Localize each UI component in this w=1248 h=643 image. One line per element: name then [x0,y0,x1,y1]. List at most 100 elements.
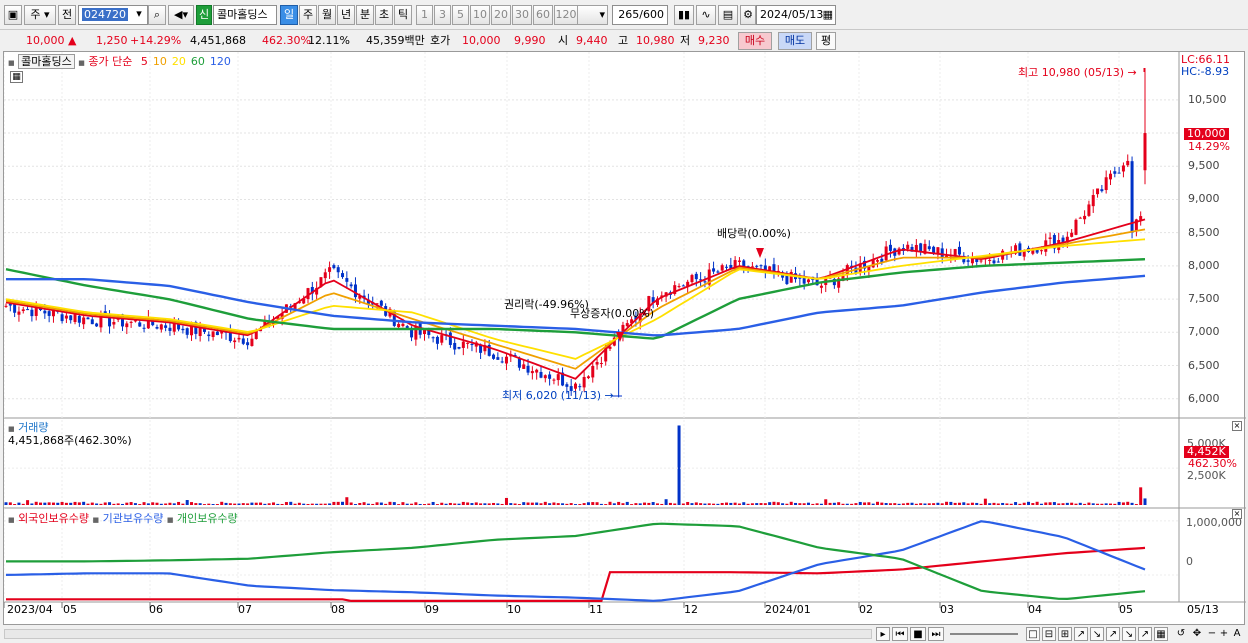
ma-period-60[interactable]: 60 [191,55,205,68]
zoom-out-icon[interactable]: − [1206,627,1218,641]
grid-toggle-icon[interactable]: ▦ [10,71,23,83]
ma-period-10[interactable]: 10 [153,55,167,68]
volume-bar [133,503,137,505]
volume-bar [725,502,729,505]
scroll-right-icon[interactable]: ▸ [876,627,890,641]
trendline-icon-4[interactable]: ↘ [1122,627,1136,641]
grid-icon[interactable]: ▦ [1154,627,1168,641]
minute-option-120[interactable]: 120 [554,5,578,25]
candle-body [578,386,582,388]
period-tab-0[interactable]: 일 [280,5,298,25]
candle-body [526,365,530,373]
ma-period-5[interactable]: 5 [141,55,148,68]
volume-bar [168,502,172,505]
volume-bar [970,502,974,505]
price-tick-label: 10,500 [1188,92,1227,106]
save-icon[interactable]: ▤ [718,5,738,25]
font-size-icon[interactable]: A [1230,627,1244,641]
minute-option-20[interactable]: 20 [491,5,511,25]
stop-icon[interactable]: ■ [910,627,926,641]
code-dropdown-icon[interactable]: ▾ [132,5,146,25]
volume-bar [612,503,616,505]
chart-area[interactable]: ■ 콜마홀딩스 ■ 종가 단순 5 10 20 60 120 ▦ LC:66.11 HC… [3,51,1246,626]
eval-button[interactable]: 평 [816,32,836,50]
candle-body [73,314,77,322]
volume-bar [871,503,875,505]
volume-bar [932,503,936,505]
volume-bar [794,502,798,505]
candle-body [953,249,957,256]
first-icon[interactable]: ⏮ [892,627,908,641]
date-field[interactable]: 2024/05/13 ▦ [756,5,836,25]
last-icon[interactable]: ⏭ [928,627,944,641]
volume-bar [250,502,254,505]
minute-option-5[interactable]: 5 [452,5,469,25]
volume-close-icon[interactable]: × [1232,421,1242,431]
ma-period-120[interactable]: 120 [210,55,231,68]
buy-button[interactable]: 매수 [738,32,772,50]
candle-body [992,260,996,264]
tool-icon-3[interactable]: ⊞ [1058,627,1072,641]
volume-bar [418,503,422,505]
line-type-icon[interactable]: ∿ [696,5,716,25]
tool-icon-1[interactable]: □ [1026,627,1040,641]
volume-bar [276,503,280,505]
trendline-icon-3[interactable]: ↗ [1106,627,1120,641]
tool-icon-2[interactable]: ⊟ [1042,627,1056,641]
minute-option-30[interactable]: 30 [512,5,532,25]
count-field[interactable]: 265/600 [612,5,668,25]
period-tab-3[interactable]: 년 [337,5,355,25]
zoom-slider[interactable] [950,633,1018,635]
zoom-in-icon[interactable]: + [1218,627,1230,641]
holdings-close-icon[interactable]: × [1232,509,1242,519]
volume-bar [824,499,828,505]
turnover-rate: 12.11% [308,34,350,47]
volume-bar [435,504,439,505]
volume-bar [401,502,405,505]
prev-button[interactable]: 전 [58,5,76,25]
volume-bar [681,503,685,505]
period-tab-1[interactable]: 주 [299,5,317,25]
volume-bar [103,502,107,505]
volume-bar [263,503,267,505]
chart-canvas[interactable] [3,52,1246,626]
move-icon[interactable]: ✥ [1190,627,1204,641]
speaker-icon[interactable]: ◀▾ [168,5,194,25]
window-menu-icon[interactable]: ▣ [4,5,22,25]
rotate-icon[interactable]: ↺ [1174,627,1188,641]
minute-option-1[interactable]: 1 [416,5,433,25]
volume-bar [1035,501,1039,505]
volume-bar [1074,503,1078,505]
volume-bar [1044,502,1048,505]
ma-period-20[interactable]: 20 [172,55,186,68]
sell-button[interactable]: 매도 [778,32,812,50]
period-tab-4[interactable]: 분 [356,5,374,25]
minute-option-3[interactable]: 3 [434,5,451,25]
search-icon[interactable]: ⌕ [148,5,166,25]
volume-bar [893,503,897,505]
x-tick-04: 04 [1028,603,1042,616]
volume-bar [444,503,448,505]
volume-bar [39,502,43,505]
minute-option-60[interactable]: 60 [533,5,553,25]
candle-type-icon[interactable]: ▮▮ [674,5,694,25]
period-tab-2[interactable]: 월 [318,5,336,25]
trendline-icon-1[interactable]: ↗ [1074,627,1088,641]
volume-bar [927,503,931,505]
volume-value: 4,451,868 [190,34,246,47]
ma-title: 종가 단순 [88,55,133,68]
trendline-icon-2[interactable]: ↘ [1090,627,1104,641]
volume-bar [259,502,263,505]
period-tab-6[interactable]: 틱 [394,5,412,25]
minute-option-10[interactable]: 10 [470,5,490,25]
period-tab-5[interactable]: 초 [375,5,393,25]
candle-body [1100,189,1104,192]
scroll-track[interactable] [4,629,872,639]
candle-body [625,323,629,327]
gear-icon[interactable]: ⚙ [740,5,756,25]
volume-bar [1121,502,1125,505]
trendline-icon-5[interactable]: ↗ [1138,627,1152,641]
type-select[interactable]: 주 ▾ [24,5,56,25]
calendar-icon[interactable]: ▦ [823,6,833,24]
type-select-value: 주 [30,8,41,21]
